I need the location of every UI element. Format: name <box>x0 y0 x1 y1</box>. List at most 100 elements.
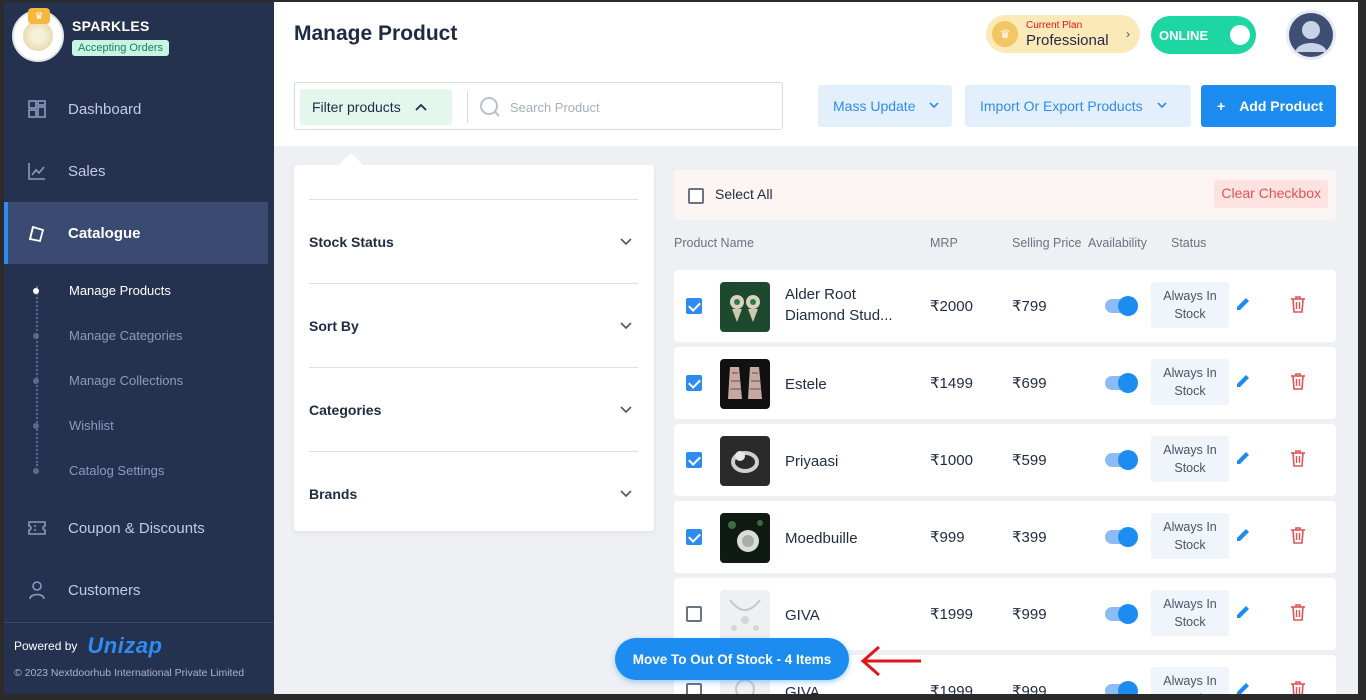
topbar: Manage Product ♛ Current Plan Profession… <box>274 2 1358 146</box>
edit-icon[interactable] <box>1235 373 1251 394</box>
store-status-badge: Accepting Orders <box>72 40 169 56</box>
sidebar-item-sales[interactable]: Sales <box>4 140 274 202</box>
dashboard-icon <box>26 98 48 120</box>
subnav-wishlist[interactable]: Wishlist <box>33 403 274 448</box>
arrow-left-icon <box>859 643 923 684</box>
import-export-button[interactable]: Import Or Export Products <box>965 85 1191 127</box>
filter-sort-by[interactable]: Sort By <box>309 283 638 367</box>
product-mrp: ₹1000 <box>930 452 973 469</box>
edit-icon[interactable] <box>1235 681 1251 694</box>
chevron-right-icon: › <box>1126 27 1130 41</box>
sidebar-item-dashboard[interactable]: Dashboard <box>4 78 274 140</box>
filter-brands[interactable]: Brands <box>309 451 638 535</box>
search-input[interactable] <box>510 90 770 124</box>
product-list: Select All Clear Checkbox Product Name M… <box>674 170 1336 694</box>
row-checkbox[interactable] <box>686 375 702 391</box>
sidebar-item-label: Customers <box>68 581 141 599</box>
availability-toggle[interactable] <box>1105 681 1138 694</box>
add-product-button[interactable]: + Add Product <box>1201 85 1336 127</box>
move-out-of-stock-button[interactable]: Move To Out Of Stock - 4 Items <box>615 638 849 680</box>
filter-panel: Stock Status Sort By Categories Brands <box>294 153 654 531</box>
product-mrp: ₹2000 <box>930 298 973 315</box>
select-all-checkbox[interactable] <box>688 188 704 204</box>
edit-icon[interactable] <box>1235 604 1251 625</box>
product-thumbnail <box>720 436 770 486</box>
sidebar-item-customers[interactable]: Customers <box>4 559 274 621</box>
filter-row-label: Categories <box>309 401 382 418</box>
product-name: Priyaasi <box>785 453 839 470</box>
store-name: SPARKLES <box>72 18 150 34</box>
subnav-manage-collections[interactable]: Manage Collections <box>33 358 274 403</box>
clear-checkbox-button[interactable]: Clear Checkbox <box>1214 180 1328 208</box>
store-logo[interactable]: ♛ <box>12 8 64 62</box>
toggle-knob <box>1230 25 1250 45</box>
product-selling-price: ₹999 <box>1012 606 1047 623</box>
stock-status-badge[interactable]: Always In Stock <box>1151 513 1229 559</box>
availability-toggle[interactable] <box>1105 296 1138 316</box>
filter-label: Filter products <box>312 99 401 115</box>
panel-caret <box>338 153 364 166</box>
table-row[interactable]: Priyaasi ₹1000 ₹599 Always In Stock <box>674 424 1336 496</box>
row-checkbox[interactable] <box>686 529 702 545</box>
stock-status-badge[interactable]: Always In Stock <box>1151 590 1229 636</box>
trash-icon[interactable] <box>1290 603 1306 626</box>
product-mrp: ₹1499 <box>930 375 973 392</box>
trash-icon[interactable] <box>1290 372 1306 395</box>
row-checkbox[interactable] <box>686 298 702 314</box>
copyright-text: © 2023 Nextdoorhub International Private… <box>14 667 245 679</box>
product-mrp: ₹999 <box>930 529 965 546</box>
availability-toggle[interactable] <box>1105 527 1138 547</box>
sidebar-item-coupons[interactable]: Coupon & Discounts <box>4 497 274 559</box>
trash-icon[interactable] <box>1290 449 1306 472</box>
edit-icon[interactable] <box>1235 527 1251 548</box>
availability-toggle[interactable] <box>1105 604 1138 624</box>
availability-toggle[interactable] <box>1105 450 1138 470</box>
subnav-manage-categories[interactable]: Manage Categories <box>33 313 274 358</box>
add-product-label: Add Product <box>1239 98 1324 114</box>
column-header-status: Status <box>1171 236 1207 250</box>
availability-toggle[interactable] <box>1105 373 1138 393</box>
subnav-catalog-settings[interactable]: Catalog Settings <box>33 448 274 493</box>
stock-status-badge[interactable]: Always In Stock <box>1151 667 1229 694</box>
mass-update-button[interactable]: Mass Update <box>818 85 952 127</box>
store-header: ♛ SPARKLES Accepting Orders <box>4 2 274 74</box>
table-row[interactable]: Alder Root Diamond Stud... ₹2000 ₹799 Al… <box>674 270 1336 342</box>
plan-value: Professional <box>1026 31 1109 49</box>
table-row[interactable]: Moedbuille ₹999 ₹399 Always In Stock <box>674 501 1336 573</box>
row-checkbox[interactable] <box>686 683 702 694</box>
coupon-icon <box>26 517 48 539</box>
sidebar-item-label: Catalogue <box>68 224 141 242</box>
current-plan-button[interactable]: ♛ Current Plan Professional › <box>986 15 1140 53</box>
edit-icon[interactable] <box>1235 450 1251 471</box>
avatar[interactable] <box>1286 10 1336 60</box>
plus-icon: + <box>1217 98 1226 114</box>
row-checkbox[interactable] <box>686 606 702 622</box>
chevron-up-icon <box>415 100 427 114</box>
chart-line-icon <box>26 160 48 182</box>
trash-icon[interactable] <box>1290 526 1306 549</box>
product-mrp: ₹1999 <box>930 606 973 623</box>
subnav-manage-products[interactable]: Manage Products <box>33 268 274 313</box>
product-selling-price: ₹399 <box>1012 529 1047 546</box>
product-thumbnail <box>720 359 770 409</box>
filter-stock-status[interactable]: Stock Status <box>309 199 638 283</box>
sidebar: ♛ SPARKLES Accepting Orders Dashboard Sa… <box>4 2 274 694</box>
trash-icon[interactable] <box>1290 680 1306 694</box>
product-name: Estele <box>785 376 827 393</box>
filter-row-label: Stock Status <box>309 233 394 250</box>
edit-icon[interactable] <box>1235 296 1251 317</box>
row-checkbox[interactable] <box>686 452 702 468</box>
filter-categories[interactable]: Categories <box>309 367 638 451</box>
sidebar-item-catalogue[interactable]: Catalogue <box>4 202 268 264</box>
chevron-down-icon <box>929 100 940 112</box>
chevron-down-icon <box>620 319 632 333</box>
stock-status-badge[interactable]: Always In Stock <box>1151 436 1229 482</box>
crown-icon: ♛ <box>28 8 50 24</box>
filter-products-button[interactable]: Filter products <box>300 89 452 125</box>
trash-icon[interactable] <box>1290 295 1306 318</box>
online-toggle[interactable]: ONLINE <box>1151 16 1256 54</box>
sidebar-item-label: Coupon & Discounts <box>68 519 205 537</box>
stock-status-badge[interactable]: Always In Stock <box>1151 359 1229 405</box>
table-row[interactable]: Estele ₹1499 ₹699 Always In Stock <box>674 347 1336 419</box>
stock-status-badge[interactable]: Always In Stock <box>1151 282 1229 328</box>
